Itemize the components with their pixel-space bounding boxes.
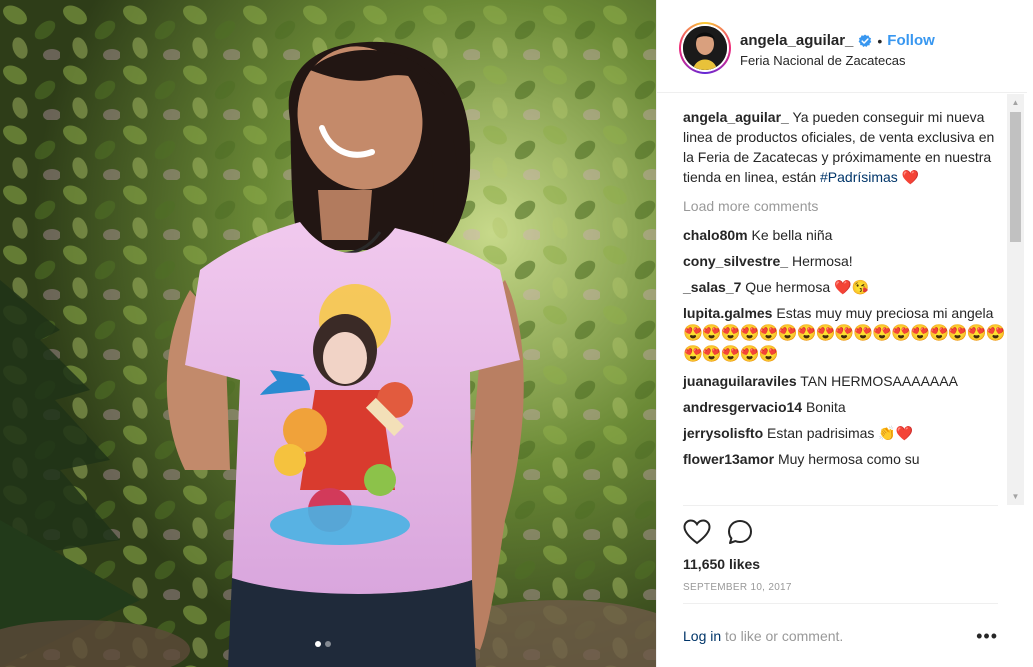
comment-username[interactable]: andresgervacio14 [683, 399, 802, 415]
action-icons [683, 518, 998, 546]
comment-username[interactable]: _salas_7 [683, 279, 741, 295]
login-prompt-text: to like or comment. [725, 628, 844, 644]
comment-item: cony_silvestre_ Hermosa! [683, 251, 1007, 271]
carousel-indicator [315, 641, 331, 647]
login-link[interactable]: Log in [683, 628, 721, 644]
scroll-down-arrow-icon[interactable]: ▼ [1007, 488, 1024, 505]
comment-text: Muy hermosa como su [777, 451, 920, 467]
comment-item: jerrysolisfto Estan padrisimas 👏❤️ [683, 423, 1007, 443]
comment-item: juanaguilaraviles TAN HERMOSAAAAAAA [683, 371, 1007, 391]
post-date: SEPTEMBER 10, 2017 [683, 582, 792, 593]
comment-bubble-icon[interactable] [727, 519, 753, 545]
comment-text: TAN HERMOSAAAAAAA [800, 373, 958, 389]
carousel-dot-active [315, 641, 321, 647]
post-photo[interactable] [0, 0, 656, 667]
photo-illustration [0, 0, 656, 667]
comment-username[interactable]: juanaguilaraviles [683, 373, 797, 389]
post-location[interactable]: Feria Nacional de Zacatecas [740, 53, 905, 68]
follow-button[interactable]: Follow [887, 32, 935, 49]
avatar-story-ring[interactable] [679, 22, 731, 74]
likes-count[interactable]: 11,650 likes [683, 556, 998, 572]
username-row: angela_aguilar_ • Follow [740, 32, 935, 49]
scrollbar-thumb[interactable] [1010, 112, 1021, 242]
login-to-comment-bar: Log in to like or comment. ••• [683, 603, 998, 645]
comment-username[interactable]: cony_silvestre_ [683, 253, 788, 269]
comment-username[interactable]: lupita.galmes [683, 305, 772, 321]
comment-item: _salas_7 Que hermosa ❤️😘 [683, 277, 1007, 297]
comment-item: andresgervacio14 Bonita [683, 397, 1007, 417]
comment-text: Estan padrisimas 👏❤️ [767, 425, 914, 441]
comment-text: Estas muy muy preciosa mi angela [776, 305, 994, 321]
post-caption: angela_aguilar_ Ya pueden conseguir mi n… [683, 107, 1007, 187]
verified-badge-icon [858, 34, 872, 47]
comment-text: Hermosa! [791, 253, 853, 269]
comment-emoji-row: 😍😍😍😍😍😍😍😍😍😍😍😍😍😍😍😍😍😍😍😍😍😍 [683, 325, 1006, 363]
comment-username[interactable]: flower13amor [683, 451, 774, 467]
comments-scrollbar[interactable]: ▲ ▼ [1007, 94, 1024, 505]
caption-username[interactable]: angela_aguilar_ [683, 109, 789, 125]
load-more-comments-link[interactable]: Load more comments [683, 196, 1007, 216]
comment-username[interactable]: jerrysolisfto [683, 425, 763, 441]
comment-item: flower13amor Muy hermosa como su [683, 449, 1007, 469]
post-actions: 11,650 likes SEPTEMBER 10, 2017 [683, 505, 998, 593]
post-side-panel: angela_aguilar_ • Follow Feria Nacional … [656, 0, 1033, 667]
dot-separator: • [877, 32, 883, 49]
avatar [683, 26, 727, 70]
scroll-up-arrow-icon[interactable]: ▲ [1007, 94, 1024, 111]
caption-emoji: ❤️ [901, 169, 920, 185]
avatar-image [683, 26, 727, 70]
comment-text: Que hermosa ❤️😘 [745, 279, 869, 295]
post-username[interactable]: angela_aguilar_ [740, 32, 853, 49]
comment-text: Bonita [805, 399, 846, 415]
comments-list[interactable]: angela_aguilar_ Ya pueden conseguir mi n… [657, 94, 1007, 504]
post-header: angela_aguilar_ • Follow Feria Nacional … [657, 0, 1027, 93]
heart-icon[interactable] [683, 519, 711, 545]
comment-item: chalo80m Ke bella niña [683, 225, 1007, 245]
caption-hashtag[interactable]: #Padrísimas [820, 169, 898, 185]
more-options-icon[interactable]: ••• [976, 627, 998, 645]
comment-username[interactable]: chalo80m [683, 227, 748, 243]
comment-item: lupita.galmes Estas muy muy preciosa mi … [683, 303, 1007, 365]
carousel-dot[interactable] [325, 641, 331, 647]
comment-text: Ke bella niña [751, 227, 833, 243]
